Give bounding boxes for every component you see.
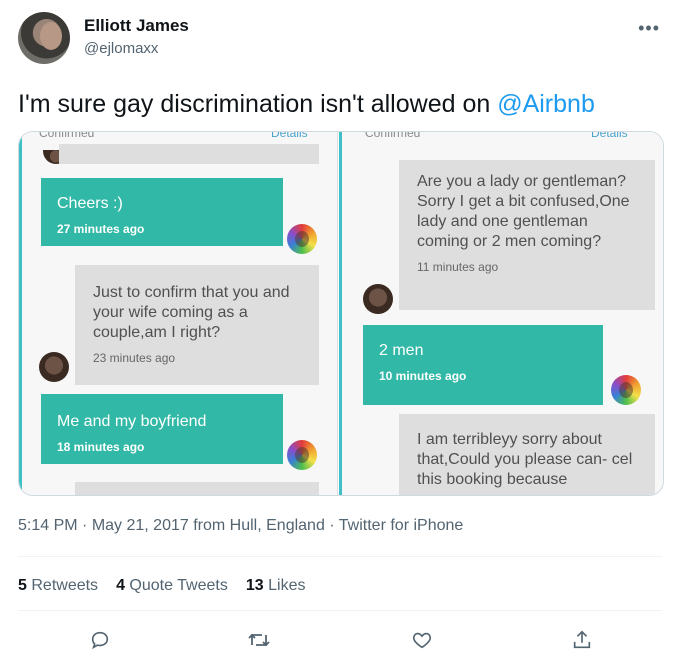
author-handle[interactable]: @ejlomaxx xyxy=(84,40,158,57)
cut-label-details: Details xyxy=(271,132,308,140)
tweet-location: from Hull, England xyxy=(193,517,325,534)
message-text: 2 men xyxy=(379,342,424,359)
tweet-media[interactable]: Confirmed Details Cheers :) 27 minutes a… xyxy=(18,131,664,496)
message-text: I am terribleyy sorry about that,Could y… xyxy=(417,431,633,488)
mention-link[interactable]: @Airbnb xyxy=(497,90,595,118)
quotes-count: 4 xyxy=(116,577,125,594)
host-avatar xyxy=(287,224,317,254)
message-time: 11 minutes ago xyxy=(417,260,499,274)
like-icon[interactable] xyxy=(406,624,438,656)
host-avatar xyxy=(611,375,641,405)
more-icon[interactable]: ••• xyxy=(638,18,660,39)
retweet-icon[interactable] xyxy=(243,624,275,656)
tweet-stats: 5 Retweets 4 Quote Tweets 13 Likes xyxy=(18,577,305,595)
tweet-time[interactable]: 5:14 PM xyxy=(18,517,78,534)
retweets-label: Retweets xyxy=(31,577,99,594)
author-avatar[interactable] xyxy=(18,12,70,64)
tweet-client[interactable]: Twitter for iPhone xyxy=(339,517,464,534)
message-bubble: Cheers :) 27 minutes ago xyxy=(41,178,283,246)
tweet-body: I'm sure gay discrimination isn't allowe… xyxy=(18,90,498,118)
cut-label-confirmed: Confirmed xyxy=(365,132,421,140)
message-bubble: Are you a lady or gentleman? Sorry I get… xyxy=(399,160,655,310)
cut-label-details: Details xyxy=(591,132,628,140)
tweet-meta: 5:14 PM · May 21, 2017 from Hull, Englan… xyxy=(18,517,464,534)
host-avatar xyxy=(287,440,317,470)
tweet-actions xyxy=(0,624,680,656)
quotes-label: Quote Tweets xyxy=(129,577,228,594)
message-text: Cheers :) xyxy=(57,195,123,212)
tweet-text: I'm sure gay discrimination isn't allowe… xyxy=(18,90,595,119)
chat-screenshot-right: Confirmed Details Are you a lady or gent… xyxy=(339,132,663,495)
message-bubble: Me and my boyfriend 18 minutes ago xyxy=(41,394,283,464)
message-text: Me and my boyfriend xyxy=(57,413,207,430)
cut-bubble xyxy=(59,144,319,164)
message-text: Are you a lady or gentleman? Sorry I get… xyxy=(417,173,630,250)
tweet-date[interactable]: May 21, 2017 xyxy=(92,517,189,534)
author-name[interactable]: Elliott James xyxy=(84,16,189,36)
divider xyxy=(18,610,662,611)
guest-avatar xyxy=(39,352,69,382)
likes-label: Likes xyxy=(268,577,306,594)
likes-count: 13 xyxy=(245,577,264,594)
likes-stat[interactable]: 13 Likes xyxy=(246,577,306,595)
message-bubble: Just to confirm that you and your wife c… xyxy=(75,265,319,385)
share-icon[interactable] xyxy=(566,624,598,656)
reply-icon[interactable] xyxy=(84,624,116,656)
message-bubble: I am terribleyy sorry about that,Could y… xyxy=(399,414,655,495)
retweets-count: 5 xyxy=(18,577,27,594)
chat-screenshot-left: Confirmed Details Cheers :) 27 minutes a… xyxy=(19,132,338,495)
message-time: 10 minutes ago xyxy=(379,369,467,383)
message-bubble: 2 men 10 minutes ago xyxy=(363,325,603,405)
cut-label-confirmed: Confirmed xyxy=(39,132,95,140)
message-time: 23 minutes ago xyxy=(93,351,176,365)
divider xyxy=(18,556,662,557)
message-time: 18 minutes ago xyxy=(57,440,145,454)
quotes-stat[interactable]: 4 Quote Tweets xyxy=(116,577,228,595)
message-text: Just to confirm that you and your wife c… xyxy=(93,284,290,341)
retweets-stat[interactable]: 5 Retweets xyxy=(18,577,98,595)
guest-avatar xyxy=(363,284,393,314)
message-time: 27 minutes ago xyxy=(57,222,145,236)
cut-bubble xyxy=(75,482,319,495)
